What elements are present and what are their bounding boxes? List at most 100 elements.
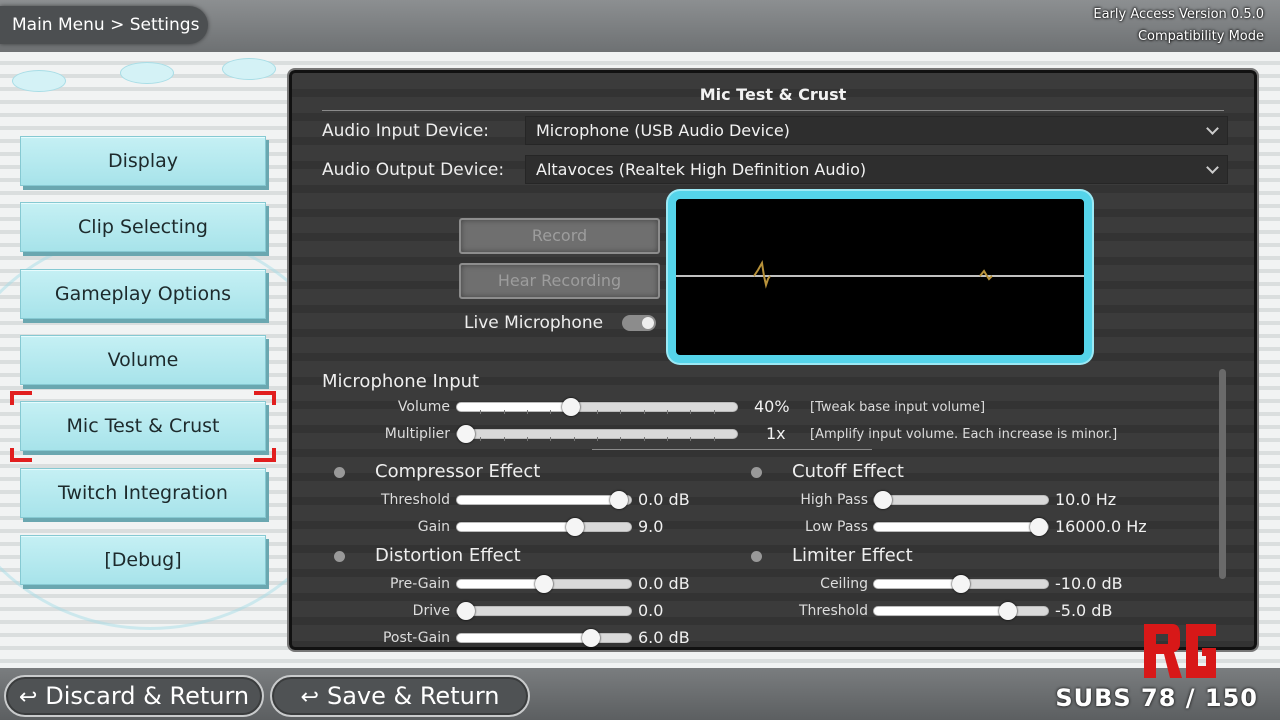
live-microphone-label: Live Microphone	[464, 313, 604, 333]
limiter-ceiling-label: Ceiling	[820, 576, 868, 592]
discard-return-button[interactable]: ↩ Discard & Return	[4, 675, 264, 717]
waveform-spike	[753, 260, 771, 289]
audio-input-device-label: Audio Input Device:	[322, 121, 490, 141]
limiter-effect-toggle[interactable]	[751, 551, 762, 562]
slider-thumb[interactable]	[457, 425, 475, 443]
volume-slider[interactable]	[456, 398, 738, 416]
hear-recording-button[interactable]: Hear Recording	[459, 263, 660, 299]
slider-tick	[667, 410, 668, 414]
version-info: Early Access Version 0.5.0 Compatibility…	[1093, 4, 1264, 48]
cutoff-effect-toggle[interactable]	[751, 467, 762, 478]
slider-thumb[interactable]	[535, 575, 553, 593]
limiter-effect-heading: Limiter Effect	[792, 545, 913, 566]
cutoff-highpass-slider[interactable]	[873, 491, 1049, 509]
compressor-threshold-label: Threshold	[381, 492, 450, 508]
slider-fill	[457, 523, 575, 531]
sidebar-item-clip-selecting[interactable]: Clip Selecting	[20, 202, 266, 252]
panel-title: Mic Test & Crust	[322, 85, 1224, 111]
cutoff-lowpass-slider[interactable]	[873, 518, 1049, 536]
sidebar-item-label: Volume	[107, 349, 179, 371]
slider-fill	[457, 634, 591, 642]
slider-thumb[interactable]	[874, 491, 892, 509]
slider-tick	[690, 410, 691, 414]
breadcrumb: Main Menu > Settings	[0, 6, 208, 44]
slider-thumb[interactable]	[952, 575, 970, 593]
distortion-drive-slider[interactable]	[456, 602, 632, 620]
distortion-drive-label: Drive	[412, 603, 450, 619]
slider-tick	[550, 437, 551, 441]
compressor-effect-heading: Compressor Effect	[375, 461, 541, 482]
distortion-postgain-slider[interactable]	[456, 629, 632, 647]
return-arrow-icon: ↩	[300, 685, 319, 710]
sidebar-item-label: Mic Test & Crust	[66, 415, 220, 437]
multiplier-value: 1x	[766, 424, 786, 443]
limiter-ceiling-slider[interactable]	[873, 575, 1049, 593]
compatibility-mode-label: Compatibility Mode	[1137, 29, 1264, 44]
distortion-pregain-label: Pre-Gain	[389, 576, 450, 592]
compressor-threshold-slider[interactable]	[456, 491, 632, 509]
subs-counter: SUBS 78 / 150	[1055, 684, 1258, 712]
sidebar-item-label: Clip Selecting	[78, 216, 208, 238]
rg-logo	[1144, 624, 1216, 678]
multiplier-hint: [Amplify input volume. Each increase is …	[810, 427, 1118, 442]
sidebar-item-debug[interactable]: [Debug]	[20, 535, 266, 585]
decorative-bubble	[120, 62, 174, 84]
slider-tick	[597, 410, 598, 414]
distortion-effect-heading: Distortion Effect	[375, 545, 521, 566]
selection-bracket-top-right	[254, 391, 276, 405]
selection-bracket-bottom-left	[10, 448, 32, 462]
sidebar-item-label: Twitch Integration	[58, 482, 228, 504]
slider-thumb[interactable]	[582, 629, 600, 647]
sidebar-item-volume[interactable]: Volume	[20, 335, 266, 385]
slider-tick	[714, 410, 715, 414]
limiter-threshold-slider[interactable]	[873, 602, 1049, 620]
slider-thumb[interactable]	[566, 518, 584, 536]
compressor-gain-value: 9.0	[638, 517, 664, 536]
audio-output-device-dropdown[interactable]: Altavoces (Realtek High Definition Audio…	[525, 155, 1228, 184]
waveform-svg	[676, 260, 1084, 289]
sidebar-item-display[interactable]: Display	[20, 136, 266, 186]
slider-thumb[interactable]	[999, 602, 1017, 620]
record-button[interactable]: Record	[459, 218, 660, 254]
slider-tick	[550, 410, 551, 414]
sidebar-item-twitch-integration[interactable]: Twitch Integration	[20, 468, 266, 518]
slider-thumb[interactable]	[1030, 518, 1048, 536]
slider-tick	[597, 437, 598, 441]
slider-fill	[874, 607, 1008, 615]
distortion-postgain-value: 6.0 dB	[638, 628, 690, 647]
save-return-label: Save & Return	[326, 682, 500, 710]
sidebar-item-mic-test-crust[interactable]: Mic Test & Crust	[20, 401, 266, 451]
volume-hint: [Tweak base input volume]	[810, 400, 986, 415]
slider-tick	[504, 437, 505, 441]
selection-bracket-bottom-right	[254, 448, 276, 462]
slider-thumb[interactable]	[610, 491, 628, 509]
slider-tick	[644, 410, 645, 414]
slider-thumb[interactable]	[457, 602, 475, 620]
limiter-threshold-value: -5.0 dB	[1055, 601, 1113, 620]
slider-thumb[interactable]	[562, 398, 580, 416]
distortion-effect-toggle[interactable]	[334, 551, 345, 562]
distortion-pregain-slider[interactable]	[456, 575, 632, 593]
multiplier-slider-label: Multiplier	[384, 426, 450, 442]
settings-scrollbar[interactable]	[1219, 369, 1226, 579]
save-return-button[interactable]: ↩ Save & Return	[270, 675, 530, 717]
sidebar-item-gameplay-options[interactable]: Gameplay Options	[20, 269, 266, 319]
decorative-bubble	[12, 70, 66, 92]
toggle-knob	[642, 317, 654, 329]
microphone-input-heading: Microphone Input	[322, 371, 480, 392]
slider-fill	[457, 496, 619, 504]
live-microphone-toggle[interactable]	[622, 315, 656, 331]
sidebar-item-label: Gameplay Options	[54, 283, 232, 305]
slider-fill	[457, 403, 571, 411]
cutoff-highpass-value: 10.0 Hz	[1055, 490, 1117, 509]
compressor-effect-toggle[interactable]	[334, 467, 345, 478]
multiplier-slider[interactable]	[456, 425, 738, 443]
cutoff-lowpass-value: 16000.0 Hz	[1055, 517, 1147, 536]
limiter-threshold-label: Threshold	[799, 603, 868, 619]
slider-tick	[527, 410, 528, 414]
volume-value: 40%	[754, 397, 790, 416]
compressor-gain-slider[interactable]	[456, 518, 632, 536]
slider-tick	[504, 410, 505, 414]
slider-tick	[480, 410, 481, 414]
audio-input-device-dropdown[interactable]: Microphone (USB Audio Device)	[525, 116, 1228, 145]
